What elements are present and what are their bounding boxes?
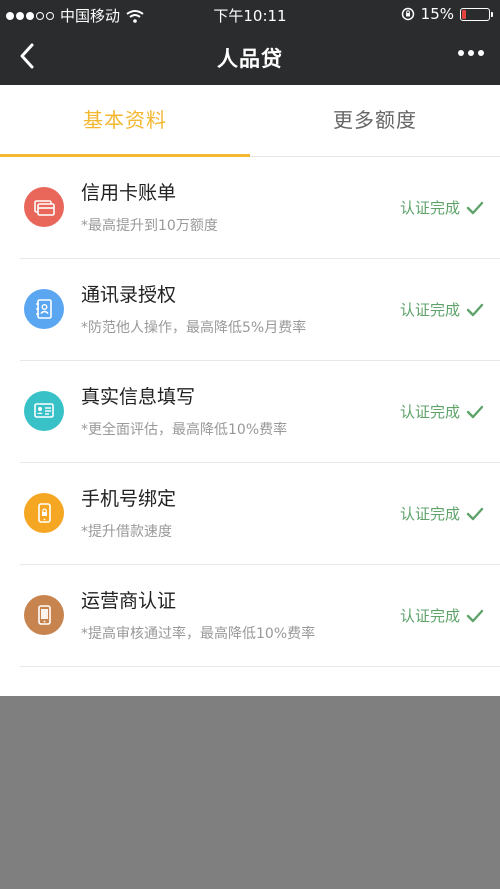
battery-percent: 15% (420, 5, 454, 23)
status-text: 认证完成 (399, 301, 460, 319)
more-button[interactable] (458, 50, 484, 56)
item-title: 真实信息填写 (81, 386, 196, 408)
battery-icon (460, 7, 493, 21)
status-right: 15% (401, 5, 493, 23)
status-verified: 认证完成 (400, 401, 484, 422)
item-title: 通讯录授权 (81, 284, 177, 306)
checkmark-icon (466, 609, 484, 622)
item-title: 手机号绑定 (81, 488, 177, 510)
item-description: *提高审核通过率，最高降低10%费率 (81, 626, 316, 642)
mobile-phone-icon (24, 595, 64, 635)
more-dots-icon (458, 50, 464, 56)
checkmark-icon (466, 405, 484, 418)
checkmark-icon (466, 507, 484, 520)
main-content: 基本资料 更多额度 信用卡账单 *最高提升到10万额度 认证完成 通讯录授权 *… (0, 85, 500, 696)
status-bar: 中国移动 下午10:11 15% (0, 0, 500, 28)
credit-card-icon (24, 187, 64, 227)
status-text: 认证完成 (399, 607, 460, 625)
page-title: 人品贷 (217, 47, 283, 71)
battery-fill (462, 9, 466, 19)
checkmark-icon (466, 303, 484, 316)
status-verified: 认证完成 (400, 197, 484, 218)
list-item-real-info[interactable]: 真实信息填写 *更全面评估，最高降低10%费率 认证完成 (20, 361, 500, 463)
item-title: 信用卡账单 (81, 182, 177, 204)
nav-bar: 人品贷 (0, 28, 500, 85)
verification-list: 信用卡账单 *最高提升到10万额度 认证完成 通讯录授权 *防范他人操作，最高降… (0, 157, 500, 667)
item-description: *防范他人操作，最高降低5%月费率 (81, 320, 307, 336)
status-text: 认证完成 (399, 505, 460, 523)
status-text: 认证完成 (399, 199, 460, 217)
item-description: *最高提升到10万额度 (81, 218, 218, 234)
list-item-carrier-verification[interactable]: 运营商认证 *提高审核通过率，最高降低10%费率 认证完成 (20, 565, 500, 667)
list-item-credit-card-bill[interactable]: 信用卡账单 *最高提升到10万额度 认证完成 (20, 157, 500, 259)
item-title: 运营商认证 (81, 590, 177, 612)
list-item-phone-binding[interactable]: 手机号绑定 *提升借款速度 认证完成 (20, 463, 500, 565)
tab-more-credit[interactable]: 更多额度 (250, 85, 500, 156)
item-description: *提升借款速度 (81, 524, 172, 540)
item-description: *更全面评估，最高降低10%费率 (81, 422, 288, 438)
tab-bar: 基本资料 更多额度 (0, 85, 500, 157)
phone-lock-icon (24, 493, 64, 533)
tab-basic-info[interactable]: 基本资料 (0, 85, 250, 157)
id-card-icon (24, 391, 64, 431)
contacts-book-icon (24, 289, 64, 329)
list-item-contacts-authorization[interactable]: 通讯录授权 *防范他人操作，最高降低5%月费率 认证完成 (20, 259, 500, 361)
status-verified: 认证完成 (400, 503, 484, 524)
status-verified: 认证完成 (400, 605, 484, 626)
checkmark-icon (466, 201, 484, 214)
modal-overlay-backdrop[interactable] (0, 696, 500, 889)
rotation-lock-icon (401, 7, 414, 21)
status-text: 认证完成 (399, 403, 460, 421)
status-verified: 认证完成 (400, 299, 484, 320)
